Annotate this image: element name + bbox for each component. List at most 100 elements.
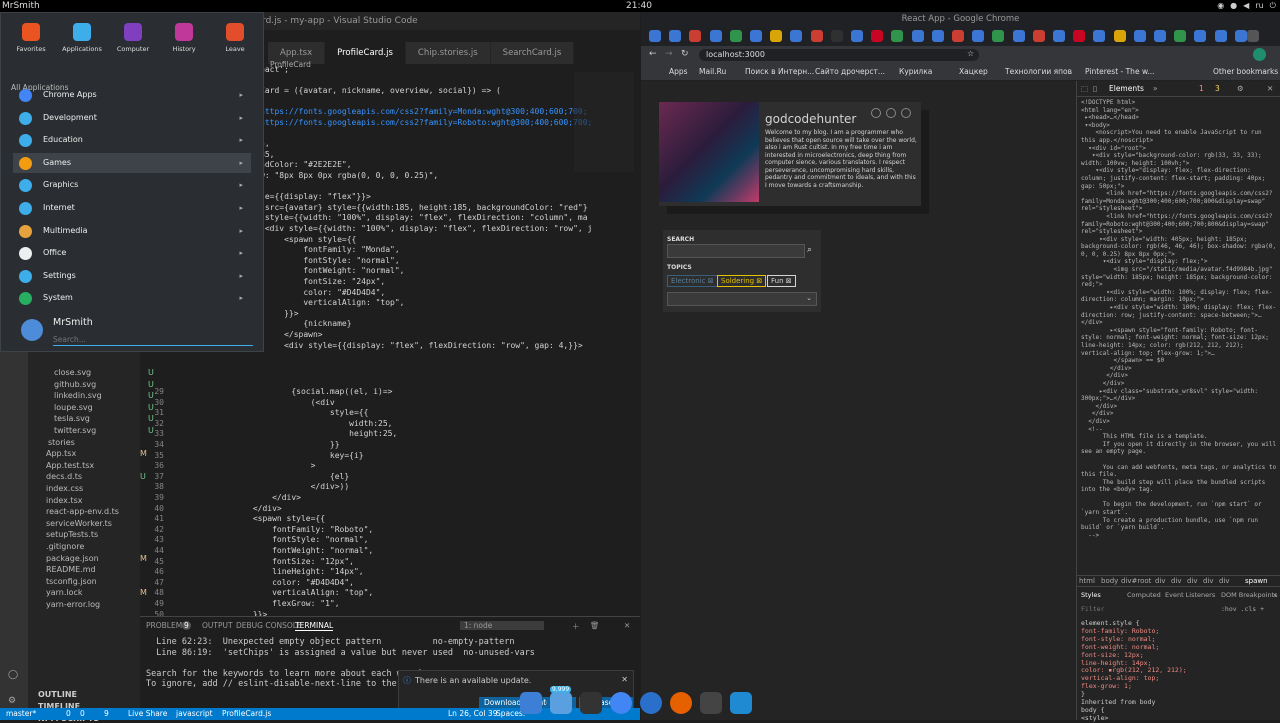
- explorer-item[interactable]: decs.d.ts U: [46, 472, 146, 481]
- chrome-icon[interactable]: [610, 692, 632, 714]
- explorer-item[interactable]: index.tsx: [46, 496, 82, 505]
- breadcrumb-item[interactable]: spawn: [1245, 577, 1268, 585]
- search-input[interactable]: [667, 244, 805, 258]
- linkedin-icon[interactable]: [901, 108, 911, 118]
- explorer-item[interactable]: close.svg U: [54, 368, 154, 377]
- browser-tab-icon[interactable]: [770, 30, 783, 42]
- browser-tab-icon[interactable]: [1154, 30, 1166, 42]
- language-mode[interactable]: javascript: [176, 708, 213, 720]
- bookmark-star-icon[interactable]: ☆: [967, 49, 974, 58]
- browser-tab-icon[interactable]: [1032, 30, 1045, 42]
- breadcrumb-item[interactable]: div: [1171, 577, 1182, 585]
- volume-icon[interactable]: ◀: [1243, 0, 1249, 12]
- explorer-item[interactable]: App.test.tsx: [46, 461, 94, 470]
- browser-tab-icon[interactable]: [1174, 30, 1187, 42]
- add-terminal-icon[interactable]: ＋: [572, 621, 580, 632]
- favorite-computer[interactable]: Computer: [109, 23, 157, 53]
- menu-item-chrome-apps[interactable]: Chrome Apps ▸: [13, 85, 251, 105]
- explorer-item[interactable]: yarn.lock M: [46, 588, 147, 597]
- network-icon[interactable]: ◉: [1217, 0, 1224, 12]
- menu-item-settings[interactable]: Settings ▸: [13, 266, 251, 286]
- explorer-item[interactable]: tsconfig.json: [46, 577, 97, 586]
- browser-tab-icon[interactable]: [1012, 30, 1025, 42]
- styles-tab[interactable]: Styles: [1081, 591, 1101, 599]
- new-tab-icon[interactable]: [1247, 30, 1259, 42]
- browser-tab-icon[interactable]: [709, 30, 722, 42]
- breadcrumb-item[interactable]: body: [1101, 577, 1118, 585]
- error-count[interactable]: 0: [66, 708, 71, 720]
- close-icon[interactable]: ✕: [1267, 84, 1273, 93]
- browser-tab-icon[interactable]: [871, 30, 884, 42]
- address-bar[interactable]: localhost:3000: [699, 49, 979, 61]
- menu-item-games[interactable]: Games ▸: [13, 152, 251, 173]
- breadcrumb-item[interactable]: div: [1187, 577, 1198, 585]
- bookmark-item[interactable]: Apps: [669, 67, 688, 76]
- explorer-item[interactable]: twitter.svg U: [54, 426, 154, 435]
- close-notification-icon[interactable]: ✕: [621, 675, 628, 684]
- bookmark-item[interactable]: Поиск в Интерн...: [745, 67, 814, 76]
- browser-tab-icon[interactable]: [1214, 30, 1227, 42]
- warning-count-badge[interactable]: 3: [1215, 84, 1220, 93]
- explorer-item[interactable]: setupTests.ts: [46, 530, 98, 539]
- browser-tab-icon[interactable]: [1133, 30, 1146, 42]
- github-icon[interactable]: [886, 108, 896, 118]
- breadcrumb-item[interactable]: div: [1219, 577, 1230, 585]
- close-panel-icon[interactable]: ✕: [624, 621, 630, 630]
- tab-chip-stories-js[interactable]: Chip.stories.js: [405, 42, 491, 64]
- browser-tab-icon[interactable]: [1053, 30, 1065, 42]
- discord-icon[interactable]: [640, 692, 662, 714]
- browser-tab-icon[interactable]: [1113, 30, 1126, 42]
- menu-item-multimedia[interactable]: Multimedia ▸: [13, 221, 251, 241]
- inspect-icon[interactable]: ⬚: [1081, 84, 1088, 93]
- reload-icon[interactable]: ↻: [681, 49, 689, 59]
- menu-item-internet[interactable]: Internet ▸: [13, 198, 251, 218]
- explorer-item[interactable]: README.md: [46, 565, 96, 574]
- live-share-button[interactable]: Live Share: [128, 708, 167, 720]
- menu-item-development[interactable]: Development ▸: [13, 108, 251, 128]
- browser-tab-icon[interactable]: [1234, 30, 1247, 42]
- browser-tab-icon[interactable]: [1073, 30, 1086, 42]
- topics-dropdown[interactable]: ⌄: [667, 292, 817, 306]
- notification-icon[interactable]: ●: [1230, 0, 1237, 12]
- mail-icon[interactable]: 9,999: [550, 686, 572, 714]
- browser-tab-icon[interactable]: [992, 30, 1005, 42]
- filter-tools[interactable]: :hov .cls +: [1221, 605, 1264, 613]
- filter-input[interactable]: Filter: [1081, 605, 1104, 613]
- favorite-favorites[interactable]: Favorites: [7, 23, 55, 53]
- explorer-item[interactable]: react-app-env.d.ts: [46, 507, 119, 516]
- error-count-badge[interactable]: 1: [1199, 84, 1204, 93]
- files-icon[interactable]: [520, 692, 542, 714]
- info-count[interactable]: 9: [104, 708, 109, 720]
- power-icon[interactable]: ⏻: [1270, 0, 1276, 12]
- browser-tab-icon[interactable]: [1194, 30, 1207, 42]
- tab-profilecard-js[interactable]: ProfileCard.js: [325, 42, 406, 64]
- bookmark-item[interactable]: Технологии япов: [1005, 67, 1072, 76]
- browser-tab-icon[interactable]: [911, 30, 924, 42]
- loupe-icon[interactable]: ⌕: [807, 245, 812, 255]
- explorer-item[interactable]: serviceWorker.ts: [46, 519, 112, 528]
- terminal-icon[interactable]: [700, 692, 722, 714]
- topic-chip[interactable]: Electronic ⊠: [667, 275, 718, 287]
- browser-tab-icon[interactable]: [972, 30, 985, 42]
- styles-tab[interactable]: DOM Breakpoints: [1221, 591, 1278, 599]
- explorer-item[interactable]: package.json M: [46, 554, 147, 563]
- minimap[interactable]: [574, 72, 634, 172]
- explorer-item[interactable]: App.tsx M: [46, 449, 147, 458]
- vscode-icon[interactable]: [730, 692, 752, 714]
- explorer-item[interactable]: loupe.svg U: [54, 403, 154, 412]
- terminal-select[interactable]: 1: node: [460, 621, 544, 630]
- browser-tab-icon[interactable]: [729, 30, 742, 42]
- trash-icon[interactable]: 🗑: [590, 621, 600, 630]
- bookmark-item[interactable]: Хацкер: [959, 67, 988, 76]
- browser-tab-icon[interactable]: [952, 30, 964, 42]
- account-icon[interactable]: ◯: [8, 670, 18, 680]
- styles-tab[interactable]: Computed: [1127, 591, 1161, 599]
- tab-terminal[interactable]: TERMINAL: [295, 621, 334, 631]
- avatar[interactable]: [21, 319, 43, 341]
- tab-debug-console[interactable]: DEBUG CONSOLE: [236, 621, 302, 630]
- menu-item-system[interactable]: System ▸: [13, 288, 251, 308]
- menu-item-education[interactable]: Education ▸: [13, 130, 251, 150]
- menu-item-graphics[interactable]: Graphics ▸: [13, 175, 251, 195]
- device-toolbar-icon[interactable]: ▯: [1093, 84, 1097, 93]
- bookmark-item[interactable]: Mail.Ru: [699, 67, 726, 76]
